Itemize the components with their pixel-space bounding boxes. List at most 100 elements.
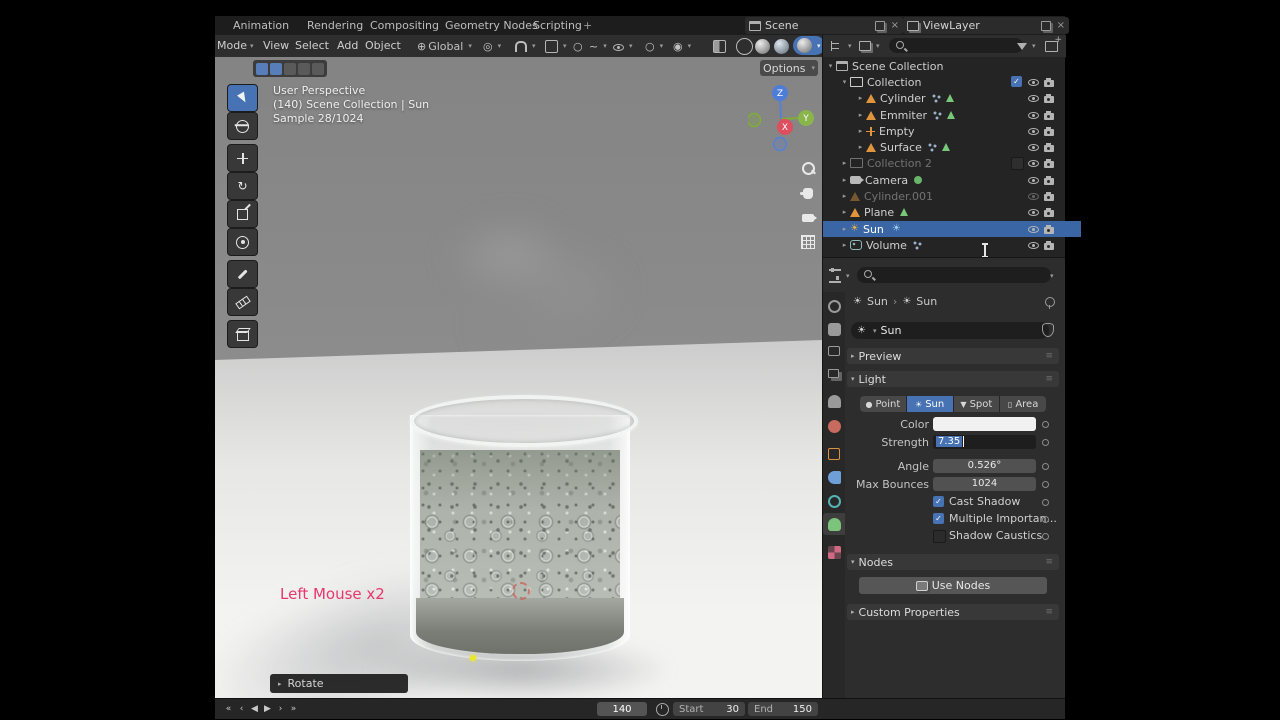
show-gizmo-dropdown[interactable]: ○▾ xyxy=(645,38,663,54)
expand-icon[interactable]: ▸ xyxy=(855,111,866,119)
expand-icon[interactable]: ▸ xyxy=(839,208,850,216)
frame-start-field[interactable]: Start 30 xyxy=(673,702,745,716)
light-type-area[interactable]: ▯Area xyxy=(1000,396,1046,412)
outliner-row-cylinder[interactable]: ▸ Cylinder xyxy=(823,90,1097,106)
outliner-row-sun[interactable]: ▸ ☀ Sun ☀ xyxy=(823,221,1081,237)
play-reverse-button[interactable]: ◀ xyxy=(248,699,261,719)
toggle-xray-button[interactable] xyxy=(713,38,726,54)
disable-in-render-icon[interactable] xyxy=(1044,191,1054,204)
viewport-zoom-button[interactable] xyxy=(800,160,816,176)
workspace-tab-rendering[interactable]: Rendering xyxy=(307,16,363,35)
light-type-spot[interactable]: ▼Spot xyxy=(954,396,1000,412)
select-mode-intersect-icon[interactable] xyxy=(312,63,324,75)
strength-field[interactable]: 7.35 xyxy=(933,435,1036,449)
animate-dot[interactable] xyxy=(1042,463,1049,470)
next-keyframe-button[interactable]: › xyxy=(274,699,287,719)
new-collection-button[interactable] xyxy=(1045,38,1058,54)
proportional-edit-toggle[interactable]: ○ xyxy=(573,38,583,54)
breadcrumb-object[interactable]: Sun xyxy=(867,295,888,308)
outliner-row-emmiter[interactable]: ▸ Emmiter xyxy=(823,107,1097,123)
expand-icon[interactable]: ▸ xyxy=(855,143,866,151)
prev-keyframe-button[interactable]: ‹ xyxy=(235,699,248,719)
cast-shadow-checkbox[interactable]: ✓ xyxy=(933,496,944,507)
tab-texture-icon[interactable] xyxy=(828,546,841,559)
disable-in-render-icon[interactable] xyxy=(1044,207,1054,220)
tool-cursor[interactable] xyxy=(227,112,258,140)
snap-target-dropdown[interactable]: ▾ xyxy=(545,38,567,54)
axis-neg-z-ball[interactable] xyxy=(774,138,787,151)
select-mode-subtract-icon[interactable] xyxy=(284,63,296,75)
outliner-display-mode-dropdown[interactable]: ▾ xyxy=(831,38,852,54)
menu-select[interactable]: Select xyxy=(295,35,329,56)
tab-scene-icon[interactable] xyxy=(828,395,841,408)
tool-select-box[interactable] xyxy=(227,84,258,112)
tool-transform[interactable] xyxy=(227,228,258,256)
viewport-pan-button[interactable] xyxy=(800,185,816,201)
panel-nodes[interactable]: ▾ Nodes ≡ xyxy=(847,554,1059,570)
disable-in-render-icon[interactable] xyxy=(1044,175,1054,188)
navigation-gizmo[interactable]: Z Y X xyxy=(748,85,818,155)
shading-rendered-button[interactable]: ▾ xyxy=(793,36,825,55)
hide-in-viewport-icon[interactable] xyxy=(1028,239,1039,253)
proportional-falloff-dropdown[interactable]: ~▾ xyxy=(589,38,607,54)
disable-in-render-icon[interactable] xyxy=(1044,158,1054,171)
outliner-row-scene-collection[interactable]: ▾ Scene Collection xyxy=(823,58,1067,74)
jump-to-end-button[interactable]: » xyxy=(287,699,300,719)
outliner-filter-mode-dropdown[interactable]: ▾ xyxy=(859,38,880,54)
light-type-sun[interactable]: ☀Sun xyxy=(907,396,953,412)
collection-checkbox[interactable]: ✓ xyxy=(1011,76,1022,87)
viewport-3d[interactable]: Options▾ ↻ User Perspective (140) Scene … xyxy=(215,57,822,698)
workspace-tab-scripting[interactable]: Scripting xyxy=(533,16,582,35)
disable-in-render-icon[interactable] xyxy=(1044,240,1054,253)
outliner-row-collection-2[interactable]: ▸ Collection 2 xyxy=(823,155,1081,171)
frame-end-field[interactable]: End 150 xyxy=(748,702,818,716)
disable-in-render-icon[interactable] xyxy=(1044,93,1054,106)
menu-view[interactable]: View xyxy=(263,35,289,56)
animate-dot[interactable] xyxy=(1042,481,1049,488)
use-nodes-button[interactable]: Use Nodes xyxy=(859,577,1047,594)
select-mode-extend-icon[interactable] xyxy=(270,63,282,75)
panel-grip-icon[interactable]: ≡ xyxy=(1045,374,1053,384)
outliner-search-input[interactable] xyxy=(889,38,1023,53)
viewport-camera-button[interactable] xyxy=(800,210,816,226)
expand-icon[interactable]: ▸ xyxy=(855,94,866,102)
new-scene-icon[interactable] xyxy=(875,21,885,31)
outliner-row-volume[interactable]: ▸ Volume xyxy=(823,237,1081,253)
axis-neg-y-ball[interactable] xyxy=(748,114,761,127)
panel-grip-icon[interactable]: ≡ xyxy=(1045,557,1053,567)
select-mode-new-icon[interactable] xyxy=(256,63,268,75)
fake-user-shield-icon[interactable] xyxy=(1042,323,1054,340)
properties-editor-type-dropdown[interactable]: ▾ xyxy=(829,268,850,284)
animate-dot[interactable] xyxy=(1042,421,1049,428)
max-bounces-field[interactable]: 1024 xyxy=(933,477,1036,491)
expand-icon[interactable]: ▾ xyxy=(839,78,850,86)
outliner-filter-dropdown[interactable]: ▾ xyxy=(1017,38,1036,54)
outliner-row-cylinder-001[interactable]: ▸ Cylinder.001 xyxy=(823,188,1081,204)
expand-icon[interactable]: ▸ xyxy=(855,127,866,135)
tool-add-cube[interactable] xyxy=(227,320,258,348)
shading-solid-button[interactable] xyxy=(755,38,770,54)
menu-add[interactable]: Add xyxy=(337,35,358,56)
scene-selector[interactable]: Scene × xyxy=(745,17,903,34)
tool-annotate[interactable] xyxy=(227,260,258,288)
tab-physics-icon[interactable] xyxy=(828,495,841,508)
panel-grip-icon[interactable]: ≡ xyxy=(1045,351,1053,361)
expand-icon[interactable]: ▸ xyxy=(839,192,850,200)
pivot-point-dropdown[interactable]: ◎▾ xyxy=(483,38,501,54)
unlink-scene-icon[interactable]: × xyxy=(891,20,899,31)
animate-dot[interactable] xyxy=(1042,499,1049,506)
shading-material-button[interactable] xyxy=(774,38,789,54)
color-swatch[interactable] xyxy=(933,417,1036,431)
pin-id-icon[interactable] xyxy=(1045,297,1055,310)
options-dropdown[interactable]: Options▾ xyxy=(760,60,818,76)
hide-in-viewport-icon[interactable] xyxy=(1028,223,1039,237)
hide-in-viewport-icon[interactable] xyxy=(1028,206,1039,220)
tab-world-icon[interactable] xyxy=(828,420,841,433)
select-mode-invert-icon[interactable] xyxy=(298,63,310,75)
remove-viewlayer-icon[interactable]: × xyxy=(1057,20,1065,31)
angle-field[interactable]: 0.526° xyxy=(933,459,1036,473)
properties-options-dropdown[interactable]: ▾ xyxy=(1047,268,1054,284)
panel-grip-icon[interactable]: ≡ xyxy=(1045,607,1053,617)
hide-in-viewport-icon[interactable] xyxy=(1028,109,1039,123)
properties-search-input[interactable] xyxy=(857,267,1051,283)
